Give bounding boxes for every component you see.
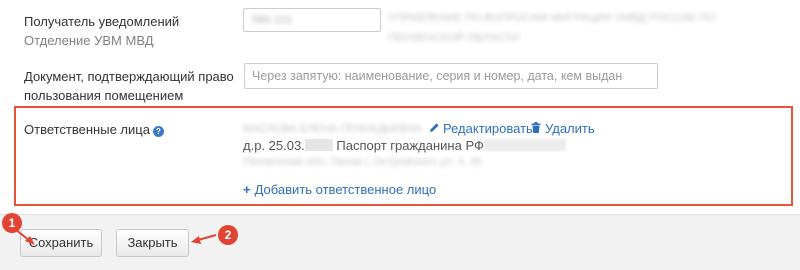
responsible-label-text: Ответственные лица	[24, 122, 150, 137]
save-button[interactable]: Сохранить	[20, 229, 102, 257]
recipient-code-field[interactable]: 580-101	[243, 8, 381, 32]
person-details: д.р. 25.03. Паспорт гражданина РФ	[243, 137, 566, 155]
add-responsible-label: Добавить ответственное лицо	[254, 182, 437, 197]
person-address: Пензенская обл, Пенза г, Островского ул,…	[243, 154, 482, 170]
delete-label: Удалить	[545, 121, 595, 136]
edit-label: Редактировать	[443, 121, 533, 136]
step-marker-1: 1	[2, 213, 22, 233]
plus-icon: +	[243, 182, 251, 197]
passport-label: Паспорт гражданина РФ	[336, 138, 484, 153]
responsible-label: Ответственные лица?	[24, 120, 164, 140]
authority-line-1: УПРАВЛЕНИЕ ПО ВОПРОСАМ МИГРАЦИИ УМВД РОС…	[388, 12, 716, 24]
recipient-code-value: 580-101	[252, 14, 293, 26]
birth-date-prefix: д.р. 25.03.	[243, 138, 305, 153]
responsible-person-name: МАСЛОВА ЕЛЕНА ГЕННАДЬЕВНА	[243, 121, 422, 137]
recipient-authority: УПРАВЛЕНИЕ ПО ВОПРОСАМ МИГРАЦИИ УМВД РОС…	[388, 8, 748, 48]
passport-number-mask	[483, 139, 566, 151]
close-button[interactable]: Закрыть	[116, 229, 189, 257]
add-responsible-link[interactable]: + Добавить ответственное лицо	[243, 181, 436, 199]
document-input[interactable]: Через запятую: наименование, серия и ном…	[244, 63, 658, 89]
question-circle-icon[interactable]: ?	[152, 126, 164, 137]
person-name-text: МАСЛОВА ЕЛЕНА ГЕННАДЬЕВНА	[243, 123, 422, 135]
recipient-sublabel: Отделение УВМ МВД	[24, 33, 154, 48]
birth-year-mask	[304, 139, 333, 151]
step-marker-2: 2	[218, 225, 238, 245]
authority-line-2: ПЕНЗЕНСКОЙ ОБЛАСТИ	[388, 32, 520, 44]
recipient-label: Получатель уведомлений	[24, 14, 180, 29]
address-text: Пензенская обл, Пенза г, Островского ул,…	[243, 156, 483, 168]
document-label: Документ, подтверждающий право пользован…	[24, 69, 234, 103]
